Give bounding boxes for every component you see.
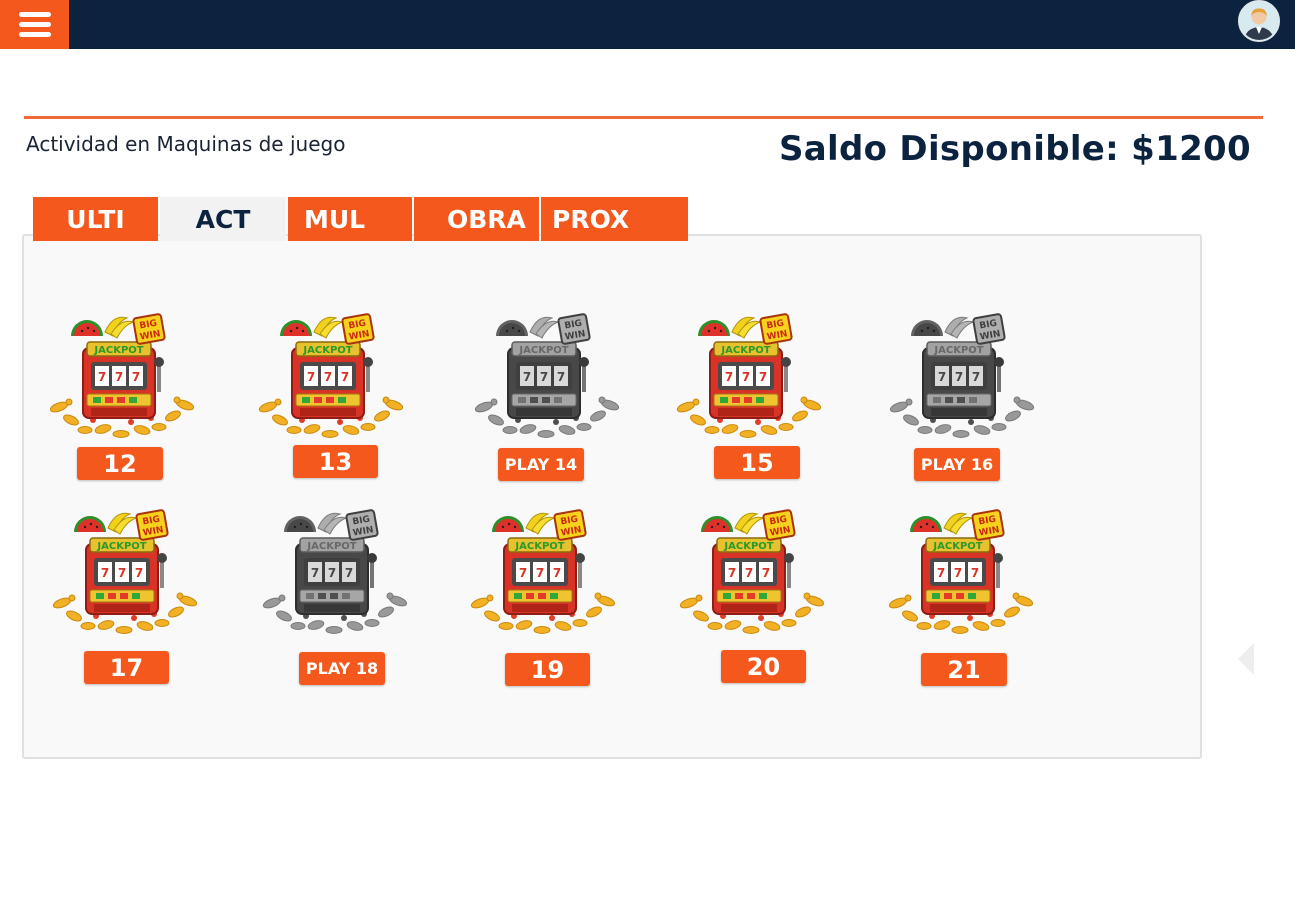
machine-button-21[interactable]: 21 [921,653,1007,686]
jackpot-slot-machine-icon: JACKPOT 7 7 7 BIG WIN [888,509,1034,634]
svg-text:7: 7 [972,370,980,384]
jackpot-slot-machine-icon: JACKPOT 7 7 7 BIG WIN [679,509,825,634]
svg-text:7: 7 [553,566,561,580]
tab-obra[interactable]: OBRA [414,197,539,241]
balance-display: Saldo Disponible: $1200 [779,129,1251,169]
machine-button-20[interactable]: 20 [721,650,806,683]
slot-machine-15[interactable]: JACKPOT 7 7 7 BIG WIN [674,312,824,442]
tab-prox[interactable]: PROX [541,197,688,241]
svg-text:7: 7 [345,566,353,580]
svg-text:JACKPOT: JACKPOT [93,345,143,356]
svg-text:7: 7 [536,566,544,580]
svg-text:7: 7 [328,566,336,580]
svg-text:7: 7 [101,566,109,580]
svg-text:7: 7 [115,370,123,384]
svg-text:7: 7 [341,370,349,384]
slot-machine-17[interactable]: JACKPOT 7 7 7 BIG WIN [50,508,200,638]
svg-text:JACKPOT: JACKPOT [306,541,356,552]
jackpot-slot-machine-icon: JACKPOT 7 7 7 BIG WIN [676,313,822,438]
slot-machine-13[interactable]: JACKPOT 7 7 7 BIG WIN [256,312,406,442]
svg-text:7: 7 [135,566,143,580]
svg-text:7: 7 [762,566,770,580]
svg-text:7: 7 [728,566,736,580]
svg-text:JACKPOT: JACKPOT [720,345,770,356]
svg-text:7: 7 [745,566,753,580]
section-title: Actividad en Maquinas de juego [26,132,346,156]
jackpot-slot-machine-icon: JACKPOT 7 7 7 BIG WIN [262,509,408,634]
slot-machine-21[interactable]: JACKPOT 7 7 7 BIG WIN [886,508,1036,638]
svg-text:JACKPOT: JACKPOT [932,541,982,552]
svg-text:7: 7 [311,566,319,580]
svg-text:7: 7 [955,370,963,384]
svg-text:7: 7 [523,370,531,384]
hamburger-menu-icon[interactable] [0,0,69,49]
svg-text:7: 7 [118,566,126,580]
tab-act[interactable]: ACT [160,197,286,241]
machine-button-16[interactable]: PLAY 16 [914,448,1000,481]
slot-machine-12[interactable]: JACKPOT 7 7 7 BIG WIN [47,312,197,442]
machine-button-14[interactable]: PLAY 14 [498,448,584,481]
svg-text:7: 7 [519,566,527,580]
svg-text:7: 7 [98,370,106,384]
svg-text:7: 7 [742,370,750,384]
machine-button-13[interactable]: 13 [293,445,378,478]
section-divider [24,116,1263,119]
jackpot-slot-machine-icon: JACKPOT 7 7 7 BIG WIN [470,509,616,634]
jackpot-slot-machine-icon: JACKPOT 7 7 7 BIG WIN [258,313,404,438]
jackpot-slot-machine-icon: JACKPOT 7 7 7 BIG WIN [49,313,195,438]
tab-mul[interactable]: MUL [288,197,412,241]
svg-text:7: 7 [759,370,767,384]
machine-button-17[interactable]: 17 [84,651,169,684]
svg-text:7: 7 [954,566,962,580]
slot-machine-19[interactable]: JACKPOT 7 7 7 BIG WIN [468,508,618,638]
user-avatar-icon[interactable] [1238,0,1280,42]
svg-text:JACKPOT: JACKPOT [518,345,568,356]
svg-text:JACKPOT: JACKPOT [723,541,773,552]
svg-text:7: 7 [307,370,315,384]
svg-text:JACKPOT: JACKPOT [933,345,983,356]
svg-text:JACKPOT: JACKPOT [302,345,352,356]
svg-text:7: 7 [324,370,332,384]
top-bar [0,0,1295,49]
machine-button-15[interactable]: 15 [714,446,800,479]
slot-machine-20[interactable]: JACKPOT 7 7 7 BIG WIN [677,508,827,638]
svg-text:JACKPOT: JACKPOT [514,541,564,552]
jackpot-slot-machine-icon: JACKPOT 7 7 7 BIG WIN [52,509,198,634]
slot-machine-16[interactable]: JACKPOT 7 7 7 BIG WIN [887,312,1037,442]
svg-text:7: 7 [938,370,946,384]
machine-button-18[interactable]: PLAY 18 [299,652,385,685]
machine-button-12[interactable]: 12 [77,447,163,480]
tab-ulti[interactable]: ULTI [33,197,158,241]
jackpot-slot-machine-icon: JACKPOT 7 7 7 BIG WIN [889,313,1035,438]
svg-text:7: 7 [937,566,945,580]
svg-text:7: 7 [132,370,140,384]
svg-text:7: 7 [557,370,565,384]
jackpot-slot-machine-icon: JACKPOT 7 7 7 BIG WIN [474,313,620,438]
svg-text:7: 7 [725,370,733,384]
scroll-arrow-icon[interactable] [1238,643,1254,675]
slot-machine-18[interactable]: JACKPOT 7 7 7 BIG WIN [260,508,410,638]
svg-text:JACKPOT: JACKPOT [96,541,146,552]
slot-machine-14[interactable]: JACKPOT 7 7 7 BIG WIN [472,312,622,442]
machine-button-19[interactable]: 19 [505,653,590,686]
svg-text:7: 7 [971,566,979,580]
svg-text:7: 7 [540,370,548,384]
